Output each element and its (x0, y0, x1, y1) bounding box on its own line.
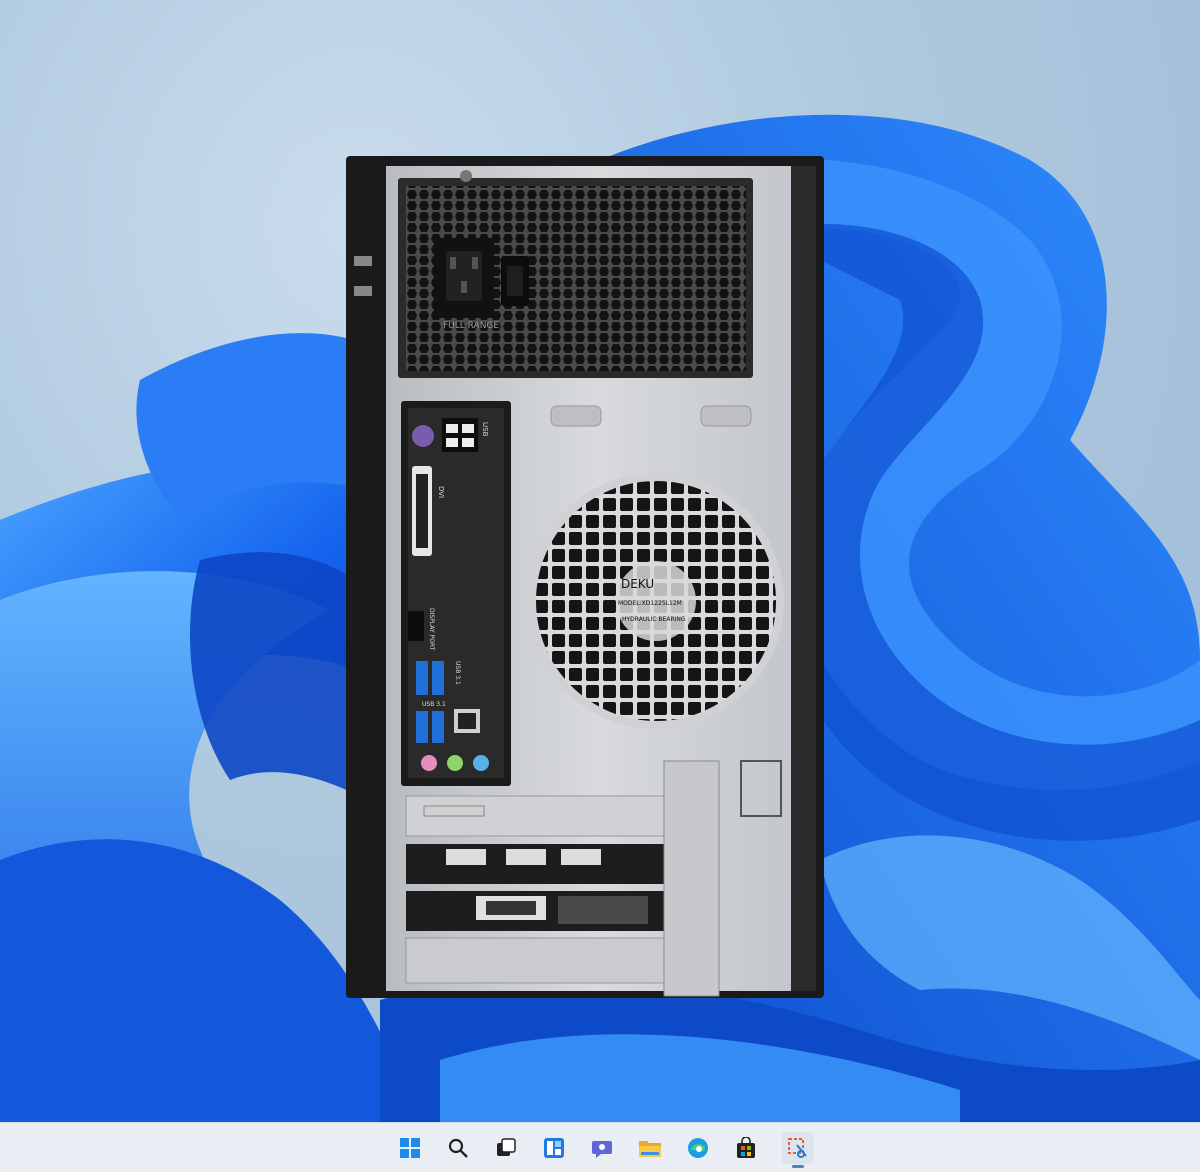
fan-model-label: MODEL:XD1225L12M (618, 600, 682, 607)
io-usb31-top-label: USB 3.1 (454, 661, 461, 685)
start-icon[interactable] (394, 1132, 426, 1164)
psu-label: FULL RANGE (443, 321, 499, 331)
taskbar (0, 1122, 1200, 1172)
search-icon[interactable] (442, 1132, 474, 1164)
widgets-icon[interactable] (538, 1132, 570, 1164)
snipping-tool-icon[interactable] (782, 1132, 814, 1168)
io-usb31-bottom-label: USB 3.1 (422, 701, 446, 708)
io-dvi-label: DVI (437, 486, 445, 498)
io-usb-label: USB (481, 422, 489, 437)
store-icon[interactable] (730, 1132, 762, 1164)
fan-bearing-label: HYDRAULIC BEARING (622, 616, 686, 623)
edge-icon[interactable] (682, 1132, 714, 1164)
task-view-icon[interactable] (490, 1132, 522, 1164)
desktop: FULL RANGE USB DVI DISPLAY PORT USB 3.1 … (0, 0, 1200, 1122)
file-explorer-icon[interactable] (634, 1132, 666, 1164)
fan-brand-label: DEKU (621, 577, 654, 591)
chat-icon[interactable] (586, 1132, 618, 1164)
io-displayport-label: DISPLAY PORT (428, 608, 435, 651)
pc-tower-rear-photo: FULL RANGE USB DVI DISPLAY PORT USB 3.1 … (346, 156, 824, 998)
